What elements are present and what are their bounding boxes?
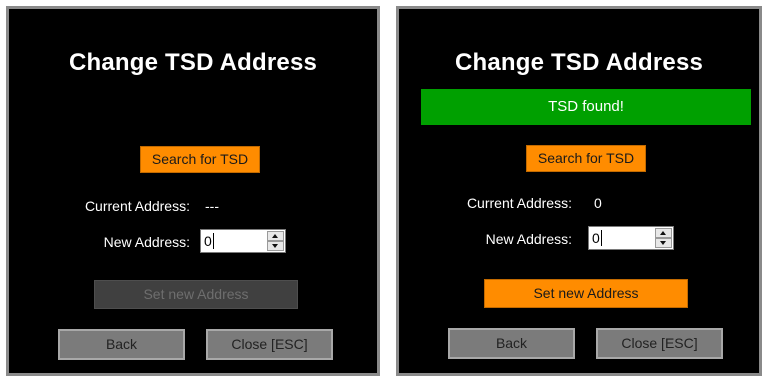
new-address-label: New Address: xyxy=(103,234,190,250)
back-button[interactable]: Back xyxy=(58,329,185,360)
current-address-value: --- xyxy=(205,198,219,214)
current-address-label: Current Address: xyxy=(466,195,572,211)
chevron-up-icon xyxy=(272,234,278,238)
chevron-down-icon xyxy=(660,241,666,245)
current-address-value: 0 xyxy=(594,195,602,211)
new-address-input[interactable]: 0 xyxy=(204,233,212,249)
search-tsd-button[interactable]: Search for TSD xyxy=(140,146,260,173)
set-new-address-button[interactable]: Set new Address xyxy=(94,280,298,309)
new-address-stepper[interactable]: 0 xyxy=(200,229,286,253)
status-banner: TSD found! xyxy=(421,89,751,125)
dialog-title: Change TSD Address xyxy=(68,49,318,76)
new-address-label: New Address: xyxy=(485,231,572,247)
search-tsd-button[interactable]: Search for TSD xyxy=(526,145,646,172)
back-button[interactable]: Back xyxy=(448,328,575,359)
set-new-address-button[interactable]: Set new Address xyxy=(484,279,688,308)
close-button[interactable]: Close [ESC] xyxy=(596,328,723,359)
new-address-stepper[interactable]: 0 xyxy=(588,226,674,250)
stepper-down-button[interactable] xyxy=(267,241,284,251)
change-address-dialog-initial: Change TSD Address Search for TSD Curren… xyxy=(6,6,380,376)
stepper-down-button[interactable] xyxy=(655,238,672,248)
chevron-up-icon xyxy=(660,231,666,235)
dialog-title: Change TSD Address xyxy=(454,49,704,76)
new-address-input[interactable]: 0 xyxy=(592,230,600,246)
stepper-up-button[interactable] xyxy=(655,228,672,238)
text-caret xyxy=(601,230,602,246)
current-address-label: Current Address: xyxy=(84,198,190,214)
change-address-dialog-found: Change TSD Address TSD found! Search for… xyxy=(396,6,762,376)
stepper-up-button[interactable] xyxy=(267,231,284,241)
text-caret xyxy=(213,233,214,249)
chevron-down-icon xyxy=(272,244,278,248)
close-button[interactable]: Close [ESC] xyxy=(206,329,333,360)
